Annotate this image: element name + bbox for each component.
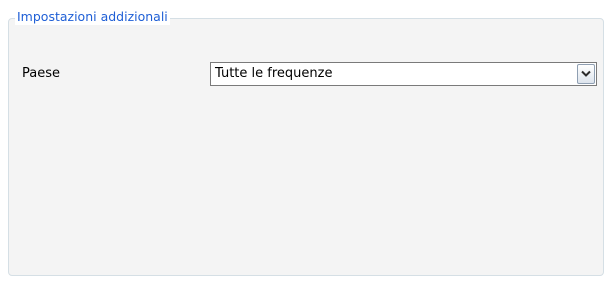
chevron-down-icon bbox=[581, 70, 591, 77]
group-title: Impostazioni addizionali bbox=[15, 9, 170, 25]
country-selected-value: Tutte le frequenze bbox=[215, 66, 333, 81]
country-label: Paese bbox=[22, 66, 60, 81]
country-dropdown-button[interactable] bbox=[577, 64, 595, 84]
additional-settings-group bbox=[8, 18, 604, 276]
country-select[interactable]: Tutte le frequenze bbox=[210, 62, 597, 86]
